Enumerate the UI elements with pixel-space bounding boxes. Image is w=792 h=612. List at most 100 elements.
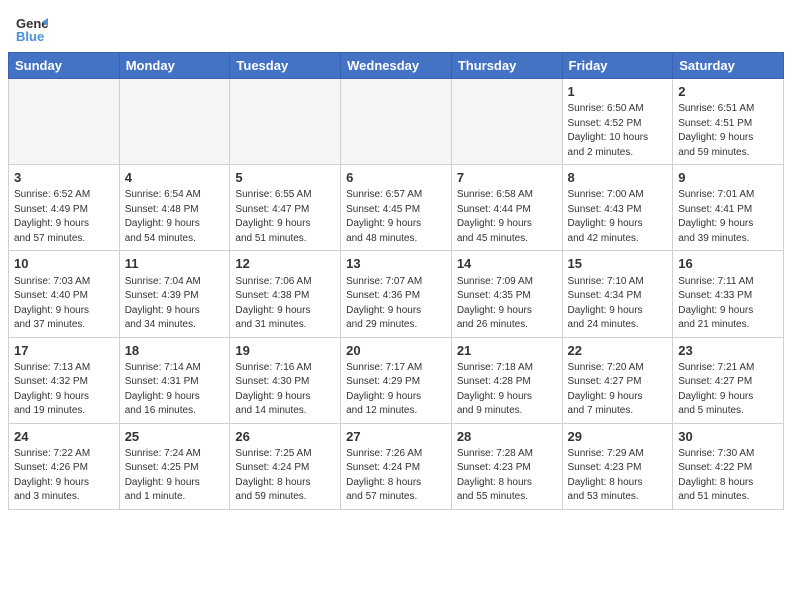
calendar-cell: 28Sunrise: 7:28 AMSunset: 4:23 PMDayligh…: [451, 423, 562, 509]
day-number: 10: [14, 255, 114, 273]
day-number: 5: [235, 169, 335, 187]
day-number: 20: [346, 342, 446, 360]
calendar-cell: 14 Sunrise: 7:09 AMSunset: 4:35 PMDayligh…: [451, 251, 562, 337]
day-number: 7: [457, 169, 557, 187]
weekday-header-cell: Wednesday: [341, 53, 452, 79]
day-number: 4: [125, 169, 225, 187]
calendar-table: SundayMondayTuesdayWednesdayThursdayFrid…: [8, 52, 784, 510]
calendar-row: 17Sunrise: 7:13 AMSunset: 4:32 PMDayligh…: [9, 337, 784, 423]
calendar-cell: 26Sunrise: 7:25 AMSunset: 4:24 PMDayligh…: [230, 423, 341, 509]
day-info: Sunrise: 7:07 AMSunset: 4:36 PMDaylight:…: [346, 275, 446, 333]
calendar-cell: 27Sunrise: 7:26 AMSunset: 4:24 PMDayligh…: [341, 423, 452, 509]
logo: General Blue: [16, 14, 52, 46]
weekday-header-cell: Sunday: [9, 53, 120, 79]
day-info: Sunrise: 6:55 AMSunset: 4:47 PMDaylight:…: [235, 188, 335, 246]
day-number: 30: [678, 428, 778, 446]
day-number: 21: [457, 342, 557, 360]
day-info: Sunrise: 7:00 AMSunset: 4:43 PMDaylight:…: [568, 188, 668, 246]
day-number: 16: [678, 255, 778, 273]
day-number: 13: [346, 255, 446, 273]
calendar-cell: 8Sunrise: 7:00 AMSunset: 4:43 PMDaylight…: [562, 165, 673, 251]
day-info: Sunrise: 6:51 AMSunset: 4:51 PMDaylight:…: [678, 102, 778, 160]
day-number: 8: [568, 169, 668, 187]
day-number: 22: [568, 342, 668, 360]
day-info: Sunrise: 7:06 AMSunset: 4:38 PMDaylight:…: [235, 275, 335, 333]
calendar-wrapper: SundayMondayTuesdayWednesdayThursdayFrid…: [0, 52, 792, 518]
calendar-cell: [341, 79, 452, 165]
weekday-header: SundayMondayTuesdayWednesdayThursdayFrid…: [9, 53, 784, 79]
day-info: Sunrise: 7:09 AMSunset: 4:35 PMDaylight:…: [457, 275, 557, 333]
day-info: Sunrise: 6:50 AMSunset: 4:52 PMDaylight:…: [568, 102, 668, 160]
day-info: Sunrise: 7:20 AMSunset: 4:27 PMDaylight:…: [568, 361, 668, 419]
day-number: 29: [568, 428, 668, 446]
calendar-cell: 15 Sunrise: 7:10 AMSunset: 4:34 PMDayligh…: [562, 251, 673, 337]
svg-text:Blue: Blue: [16, 29, 44, 44]
calendar-cell: 23Sunrise: 7:21 AMSunset: 4:27 PMDayligh…: [673, 337, 784, 423]
day-number: 11: [125, 255, 225, 273]
day-number: 1: [568, 83, 668, 101]
day-info: Sunrise: 6:58 AMSunset: 4:44 PMDaylight:…: [457, 188, 557, 246]
calendar-row: 24Sunrise: 7:22 AMSunset: 4:26 PMDayligh…: [9, 423, 784, 509]
day-number: 2: [678, 83, 778, 101]
day-info: Sunrise: 7:13 AMSunset: 4:32 PMDaylight:…: [14, 361, 114, 419]
day-number: 24: [14, 428, 114, 446]
calendar-cell: 21Sunrise: 7:18 AMSunset: 4:28 PMDayligh…: [451, 337, 562, 423]
calendar-cell: 19Sunrise: 7:16 AMSunset: 4:30 PMDayligh…: [230, 337, 341, 423]
day-info: Sunrise: 7:14 AMSunset: 4:31 PMDaylight:…: [125, 361, 225, 419]
day-info: Sunrise: 7:04 AMSunset: 4:39 PMDaylight:…: [125, 275, 225, 333]
day-info: Sunrise: 7:01 AMSunset: 4:41 PMDaylight:…: [678, 188, 778, 246]
calendar-cell: 25Sunrise: 7:24 AMSunset: 4:25 PMDayligh…: [119, 423, 230, 509]
day-info: Sunrise: 7:25 AMSunset: 4:24 PMDaylight:…: [235, 447, 335, 505]
calendar-row: 10Sunrise: 7:03 AMSunset: 4:40 PMDayligh…: [9, 251, 784, 337]
calendar-cell: 16 Sunrise: 7:11 AMSunset: 4:33 PMDayligh…: [673, 251, 784, 337]
calendar-cell: [119, 79, 230, 165]
header: General Blue: [0, 0, 792, 52]
day-info: Sunrise: 7:17 AMSunset: 4:29 PMDaylight:…: [346, 361, 446, 419]
day-info: Sunrise: 7:18 AMSunset: 4:28 PMDaylight:…: [457, 361, 557, 419]
day-number: 18: [125, 342, 225, 360]
calendar-cell: 30Sunrise: 7:30 AMSunset: 4:22 PMDayligh…: [673, 423, 784, 509]
weekday-header-cell: Friday: [562, 53, 673, 79]
calendar-cell: 10Sunrise: 7:03 AMSunset: 4:40 PMDayligh…: [9, 251, 120, 337]
day-number: 25: [125, 428, 225, 446]
day-info: Sunrise: 7:11 AMSunset: 4:33 PMDaylight:…: [678, 275, 778, 333]
day-number: 6: [346, 169, 446, 187]
day-info: Sunrise: 7:16 AMSunset: 4:30 PMDaylight:…: [235, 361, 335, 419]
calendar-cell: 7Sunrise: 6:58 AMSunset: 4:44 PMDaylight…: [451, 165, 562, 251]
day-number: 17: [14, 342, 114, 360]
calendar-cell: 5Sunrise: 6:55 AMSunset: 4:47 PMDaylight…: [230, 165, 341, 251]
day-info: Sunrise: 7:22 AMSunset: 4:26 PMDaylight:…: [14, 447, 114, 505]
day-info: Sunrise: 7:21 AMSunset: 4:27 PMDaylight:…: [678, 361, 778, 419]
day-number: 23: [678, 342, 778, 360]
calendar-cell: 9Sunrise: 7:01 AMSunset: 4:41 PMDaylight…: [673, 165, 784, 251]
calendar-cell: 4Sunrise: 6:54 AMSunset: 4:48 PMDaylight…: [119, 165, 230, 251]
calendar-cell: 20Sunrise: 7:17 AMSunset: 4:29 PMDayligh…: [341, 337, 452, 423]
day-info: Sunrise: 7:26 AMSunset: 4:24 PMDaylight:…: [346, 447, 446, 505]
calendar-cell: 6Sunrise: 6:57 AMSunset: 4:45 PMDaylight…: [341, 165, 452, 251]
day-info: Sunrise: 7:30 AMSunset: 4:22 PMDaylight:…: [678, 447, 778, 505]
day-number: 15: [568, 255, 668, 273]
logo-icon: General Blue: [16, 14, 48, 46]
day-number: 14: [457, 255, 557, 273]
day-info: Sunrise: 7:24 AMSunset: 4:25 PMDaylight:…: [125, 447, 225, 505]
day-info: Sunrise: 6:52 AMSunset: 4:49 PMDaylight:…: [14, 188, 114, 246]
day-number: 27: [346, 428, 446, 446]
day-info: Sunrise: 6:54 AMSunset: 4:48 PMDaylight:…: [125, 188, 225, 246]
weekday-header-cell: Tuesday: [230, 53, 341, 79]
calendar-cell: [9, 79, 120, 165]
calendar-cell: 11 Sunrise: 7:04 AMSunset: 4:39 PMDayligh…: [119, 251, 230, 337]
calendar-cell: 12Sunrise: 7:06 AMSunset: 4:38 PMDayligh…: [230, 251, 341, 337]
day-number: 3: [14, 169, 114, 187]
calendar-cell: 3Sunrise: 6:52 AMSunset: 4:49 PMDaylight…: [9, 165, 120, 251]
day-number: 28: [457, 428, 557, 446]
calendar-row: 1Sunrise: 6:50 AMSunset: 4:52 PMDaylight…: [9, 79, 784, 165]
calendar-cell: 13 Sunrise: 7:07 AMSunset: 4:36 PMDayligh…: [341, 251, 452, 337]
day-info: Sunrise: 7:10 AMSunset: 4:34 PMDaylight:…: [568, 275, 668, 333]
calendar-cell: 29Sunrise: 7:29 AMSunset: 4:23 PMDayligh…: [562, 423, 673, 509]
weekday-header-cell: Saturday: [673, 53, 784, 79]
day-number: 9: [678, 169, 778, 187]
day-number: 19: [235, 342, 335, 360]
day-number: 26: [235, 428, 335, 446]
day-info: Sunrise: 7:28 AMSunset: 4:23 PMDaylight:…: [457, 447, 557, 505]
calendar-body: 1Sunrise: 6:50 AMSunset: 4:52 PMDaylight…: [9, 79, 784, 510]
